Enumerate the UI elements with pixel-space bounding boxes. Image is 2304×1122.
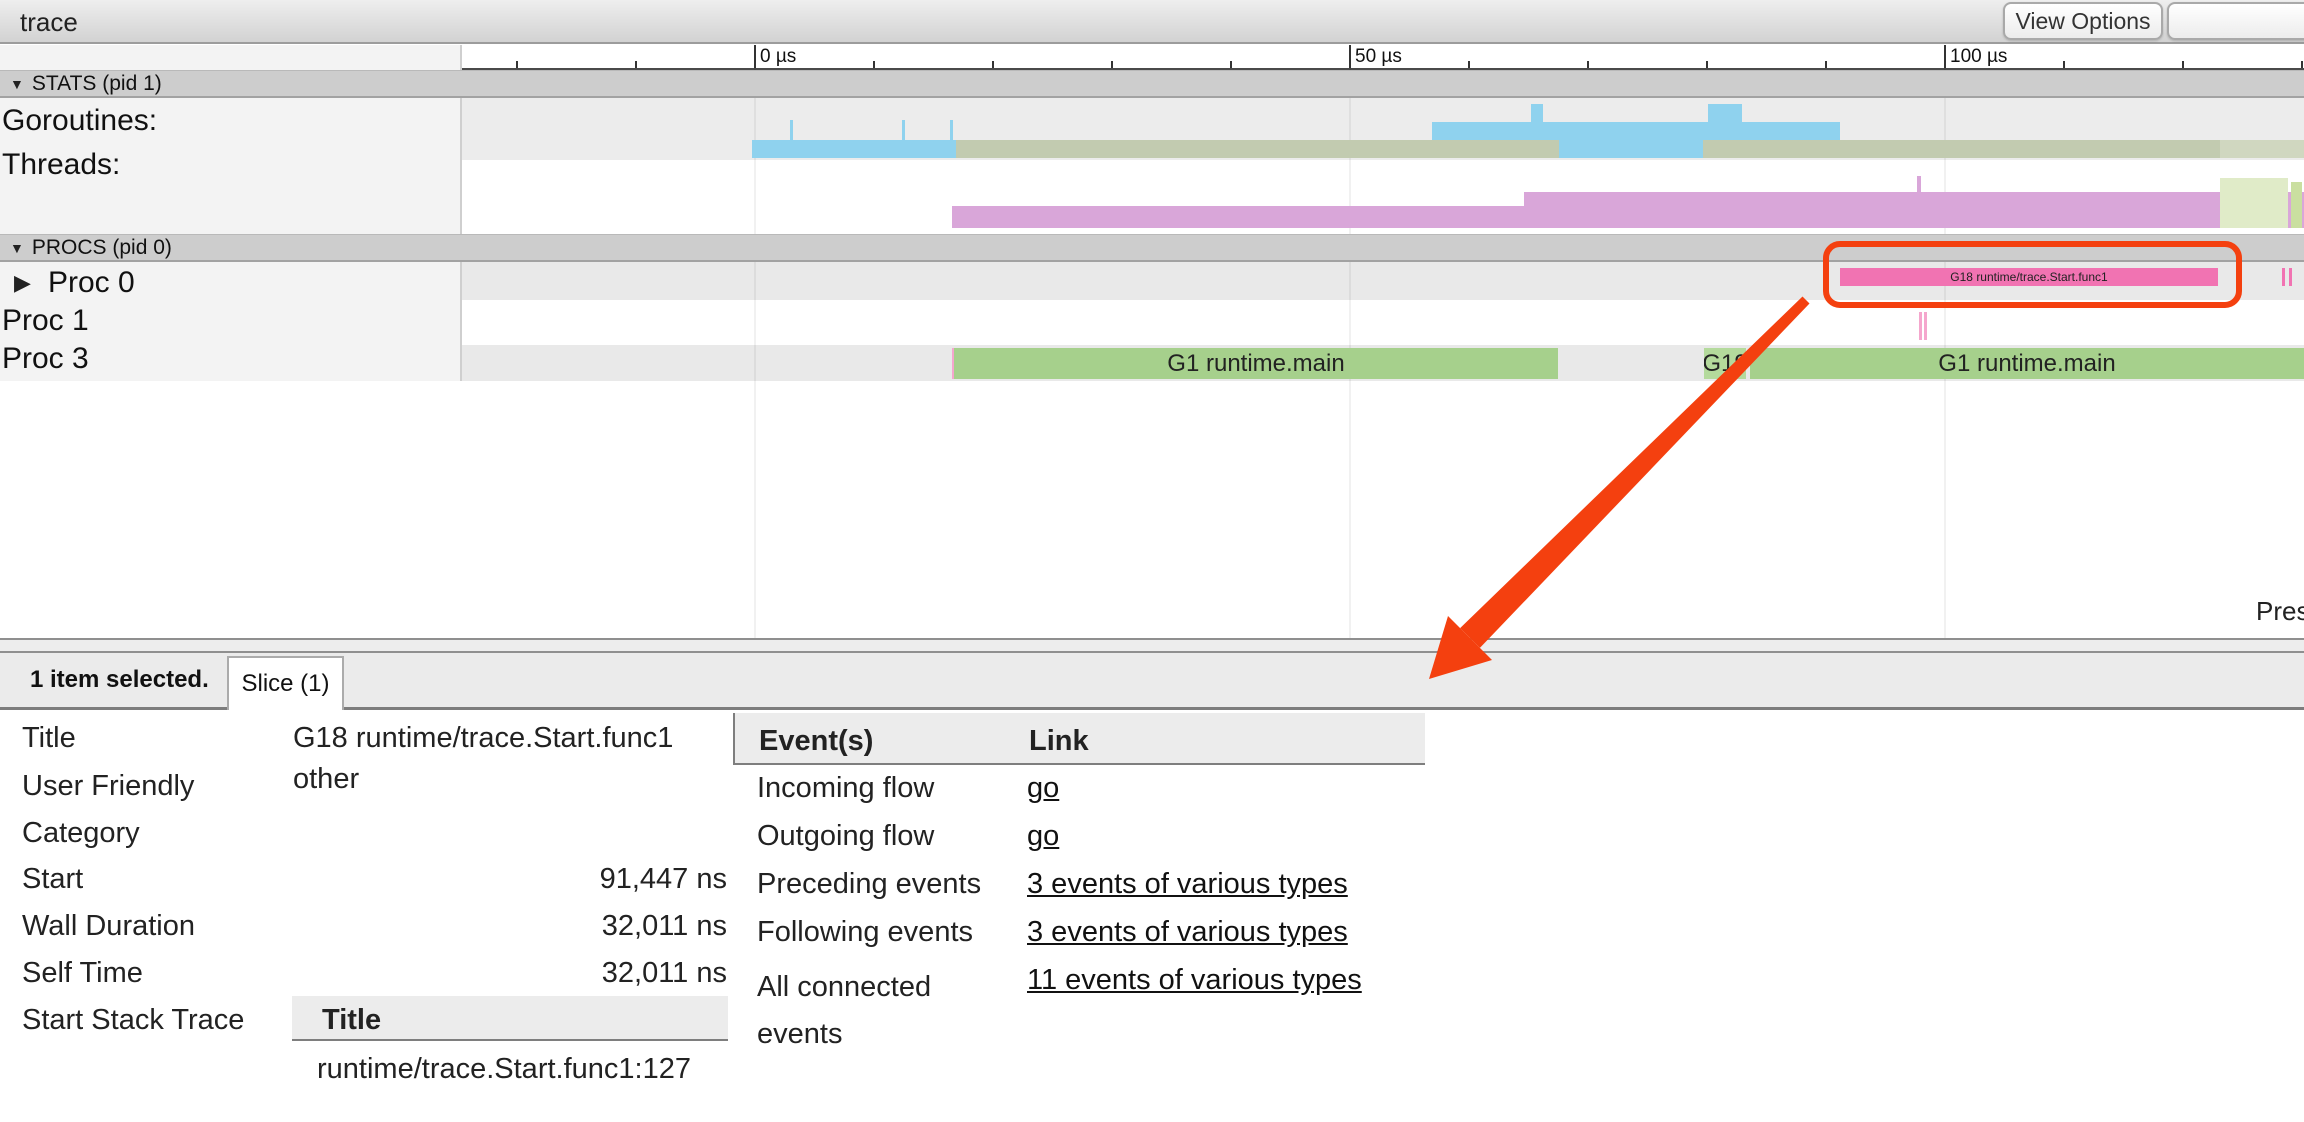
slice-tiny-pink [1924,312,1927,340]
threads-spike [1917,176,1921,192]
ruler-minor-tick [1706,61,1708,68]
selection-count-label: 1 item selected. [30,666,209,694]
ruler-minor-tick [1230,61,1232,68]
field-label-self-time: Self Time [22,957,143,990]
field-label-user-friendly-category: User Friendly Category [22,763,287,857]
slice-tiny-pink [2289,268,2292,286]
field-label-start-stack-trace: Start Stack Trace [22,1004,244,1037]
event-link-outgoing-flow[interactable]: go [1027,820,1059,853]
proc0-track-label: Proc 0 [48,266,135,300]
slice-g19[interactable]: G19 [1704,348,1746,379]
slice-label: G19 [1704,350,1746,378]
tab-slice-label: Slice (1) [241,670,329,698]
event-link-preceding-events[interactable]: 3 events of various types [1027,868,1348,901]
ruler-label-100us: 100 µs [1950,46,2007,68]
view-options-button[interactable]: View Options [2003,2,2163,40]
goroutines-runnable-bar-light [2220,140,2304,158]
ruler-minor-tick [992,61,994,68]
events-table-header: Event(s) Link [733,713,1425,765]
title-bar: trace [0,0,2304,44]
slice-label: G1 runtime.main [1167,350,1344,378]
proc1-track-label: Proc 1 [2,304,89,338]
threads-track-label: Threads: [2,148,120,182]
field-value-title: G18 runtime/trace.Start.func1 [293,722,673,755]
collapse-triangle-icon: ▼ [10,240,24,256]
slice-label: G1 runtime.main [1938,350,2115,378]
stats-section-header[interactable]: ▼ STATS (pid 1) [0,70,2304,98]
threads-running-bar [1524,192,2304,228]
procs-header-label: PROCS (pid 0) [32,236,172,260]
view-options-label: View Options [2015,8,2150,35]
goroutines-tick [902,120,905,140]
ruler-minor-tick [635,61,637,68]
proc1-track-bg [462,300,2304,345]
ruler-label-0us: 0 µs [760,46,796,68]
event-row-label: Following events [757,916,973,949]
event-row-label: Incoming flow [757,772,934,805]
field-label-start: Start [22,863,83,896]
threads-syscall-bar [2291,182,2302,228]
goroutines-track-label: Goroutines: [2,104,157,138]
field-value-start: 91,447 ns [293,863,727,896]
slice-g1-runtime-main[interactable]: G1 runtime.main [954,348,1558,379]
tab-slice[interactable]: Slice (1) [227,656,344,710]
ruler-minor-tick [2182,61,2184,68]
ruler-minor-tick [1468,61,1470,68]
slice-tiny-pink [1919,312,1922,340]
help-hint-text: Press [2256,596,2304,627]
field-label-title: Title [22,722,76,755]
event-link-all-connected-events[interactable]: 11 events of various types [1027,964,1362,997]
slice-g18-trace-start[interactable]: G18 runtime/trace.Start.func1 [1840,268,2218,286]
stack-trace-table-header: Title [292,996,728,1041]
proc3-track-label: Proc 3 [2,342,89,376]
collapse-triangle-icon: ▼ [10,76,24,92]
ruler-minor-tick [1111,61,1113,68]
slice-tiny-pink [2282,268,2285,286]
secondary-toolbar-button[interactable] [2167,2,2304,40]
goroutines-running-bar [1559,122,1703,158]
panel-splitter[interactable] [0,638,2304,653]
ruler-major-tick [1944,45,1946,68]
slice-label: G18 runtime/trace.Start.func1 [1950,270,2107,284]
ruler-minor-tick [516,61,518,68]
procs-section-header[interactable]: ▼ PROCS (pid 0) [0,234,2304,262]
events-col-header: Event(s) [759,725,873,758]
event-link-incoming-flow[interactable]: go [1027,772,1059,805]
event-row-label: Preceding events [757,868,981,901]
event-row-label: Outgoing flow [757,820,934,853]
ruler-minor-tick [1825,61,1827,68]
event-row-label: All connected events [757,964,1022,1058]
goroutines-running-bar [752,140,956,158]
stack-trace-header-title: Title [322,1004,381,1037]
stats-header-label: STATS (pid 1) [32,72,162,96]
stack-trace-frame: runtime/trace.Start.func1:127 [317,1053,691,1086]
slice-g1-runtime-main[interactable]: G1 runtime.main [1750,348,2304,379]
ruler-minor-tick [2063,61,2065,68]
ruler-minor-tick [2301,61,2303,68]
field-value-wall-duration: 32,011 ns [293,910,727,943]
goroutines-spike [1531,104,1543,140]
ruler-major-tick [754,45,756,68]
ruler-minor-tick [873,61,875,68]
goroutines-tick [790,120,793,140]
threads-syscall-bar [2220,178,2288,228]
window-title: trace [20,7,78,38]
bottom-tab-strip [0,653,2304,710]
field-value-category: other [293,763,359,796]
field-value-self-time: 32,011 ns [293,957,727,990]
proc0-expander-icon[interactable]: ▶ [14,270,31,296]
trace-viewer-window: trace View Options 0 µs 50 µs 100 µs ▼ S… [0,0,2304,1122]
ruler-label-50us: 50 µs [1355,46,1402,68]
field-label-wall-duration: Wall Duration [22,910,195,943]
ruler-minor-tick [1587,61,1589,68]
event-link-following-events[interactable]: 3 events of various types [1027,916,1348,949]
goroutines-tick [950,120,953,140]
threads-running-bar [952,206,1524,228]
ruler-major-tick [1349,45,1351,68]
link-col-header: Link [1029,725,1089,758]
goroutines-spike [1708,104,1742,140]
